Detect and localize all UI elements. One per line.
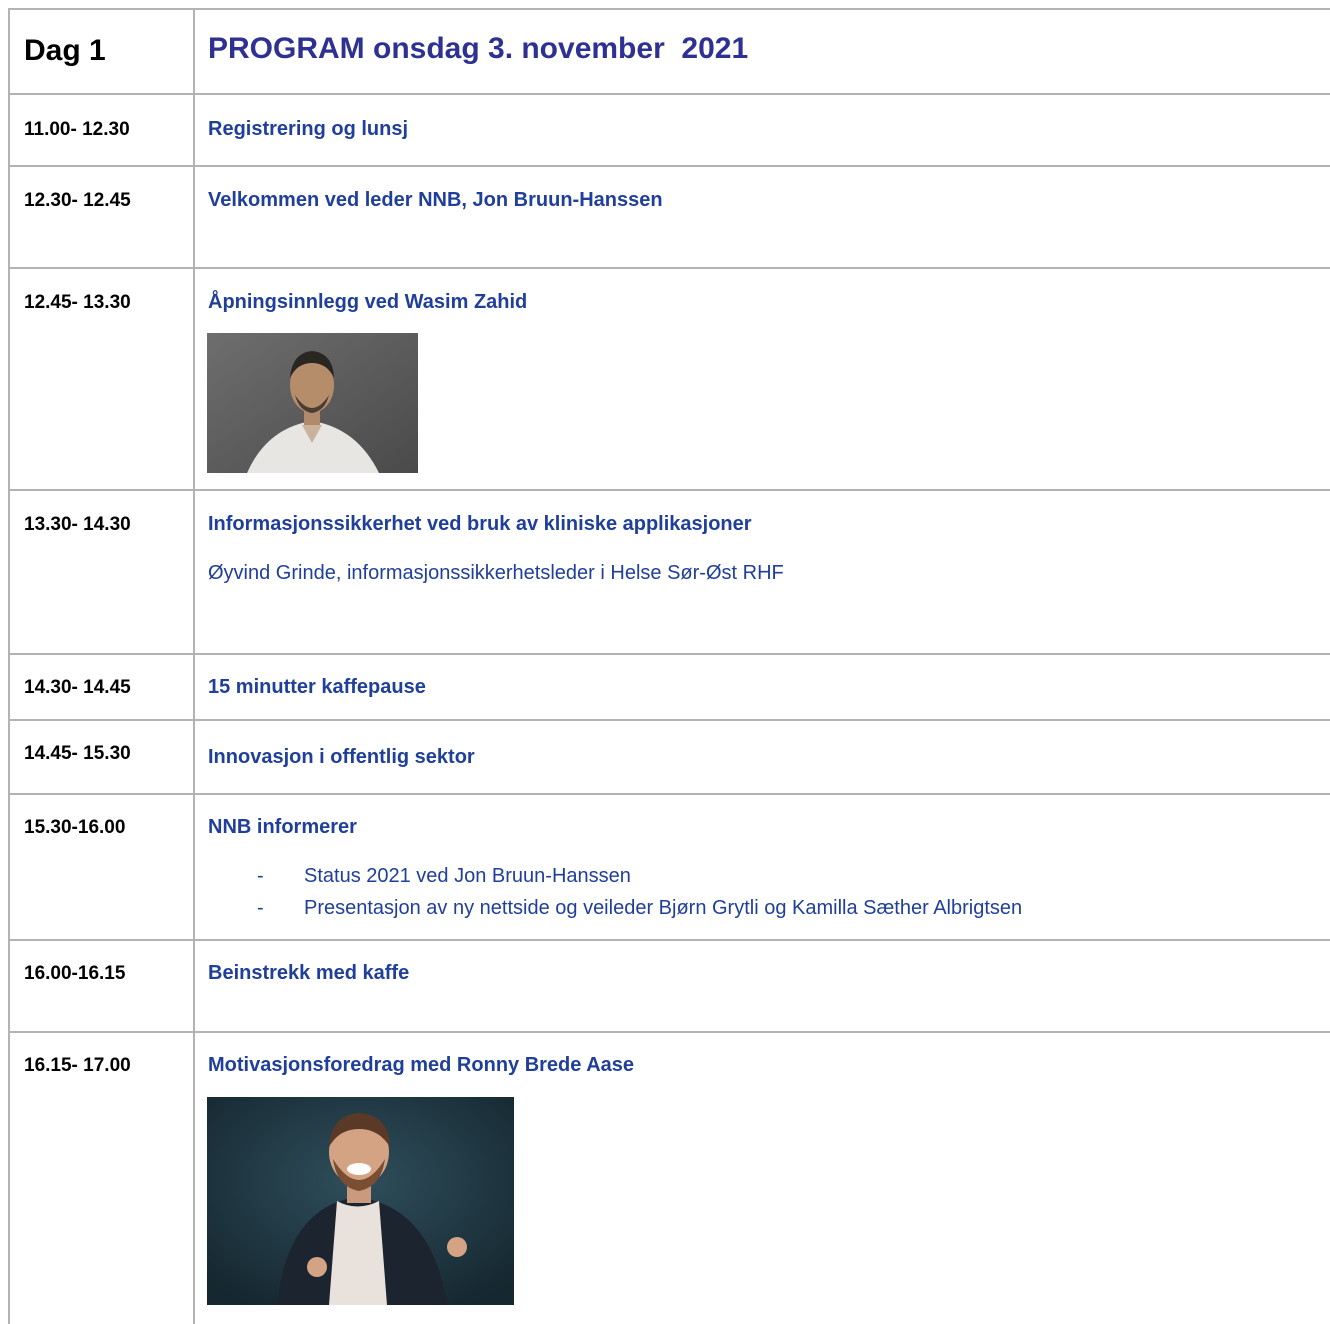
- time-slot: 11.00- 12.30: [24, 119, 130, 140]
- row-divider: [8, 653, 1330, 655]
- row-divider: [8, 939, 1330, 941]
- time-slot: 14.30- 14.45: [24, 677, 131, 698]
- bullet-item: Presentasjon av ny nettside og veileder …: [304, 897, 1023, 919]
- row-divider: [8, 489, 1330, 491]
- time-slot: 16.15- 17.00: [24, 1055, 131, 1076]
- time-slot: 13.30- 14.30: [24, 514, 131, 535]
- program-title: PROGRAM onsdag 3. november 2021: [208, 32, 749, 65]
- session-title: Velkommen ved leder NNB, Jon Bruun-Hanss…: [208, 189, 663, 211]
- row-divider: [8, 1031, 1330, 1033]
- time-slot: 14.45- 15.30: [24, 743, 131, 764]
- row-divider: [8, 267, 1330, 269]
- portrait-photo-image: [207, 1097, 514, 1305]
- row-divider: [8, 93, 1330, 95]
- table-border-top: [8, 8, 1330, 10]
- time-slot: 16.00-16.15: [24, 963, 126, 984]
- time-slot: 15.30-16.00: [24, 817, 126, 838]
- row-divider: [8, 793, 1330, 795]
- session-title: 15 minutter kaffepause: [208, 676, 426, 698]
- day-label: Dag 1: [24, 34, 106, 67]
- column-divider: [193, 8, 195, 1324]
- portrait-photo: [207, 1097, 514, 1305]
- time-slot: 12.45- 13.30: [24, 292, 131, 313]
- session-title: Informasjonssikkerhet ved bruk av klinis…: [208, 513, 752, 535]
- session-title: NNB informerer: [208, 816, 357, 838]
- session-title: Beinstrekk med kaffe: [208, 962, 410, 984]
- row-divider: [8, 719, 1330, 721]
- portrait-photo: [207, 333, 418, 473]
- table-border-left: [8, 8, 10, 1324]
- speaker-info: Øyvind Grinde, informasjonssikkerhetsled…: [208, 562, 784, 584]
- bullet-marker: -: [257, 865, 264, 887]
- session-title: Innovasjon i offentlig sektor: [208, 746, 475, 768]
- bullet-marker: -: [257, 897, 264, 919]
- portrait-photo-image: [207, 333, 418, 473]
- session-title: Motivasjonsforedrag med Ronny Brede Aase: [208, 1054, 635, 1076]
- row-divider: [8, 165, 1330, 167]
- time-slot: 12.30- 12.45: [24, 190, 131, 211]
- session-title: Registrering og lunsj: [208, 118, 409, 140]
- session-title: Åpningsinnlegg ved Wasim Zahid: [208, 291, 528, 313]
- bullet-item: Status 2021 ved Jon Bruun-Hanssen: [304, 865, 631, 887]
